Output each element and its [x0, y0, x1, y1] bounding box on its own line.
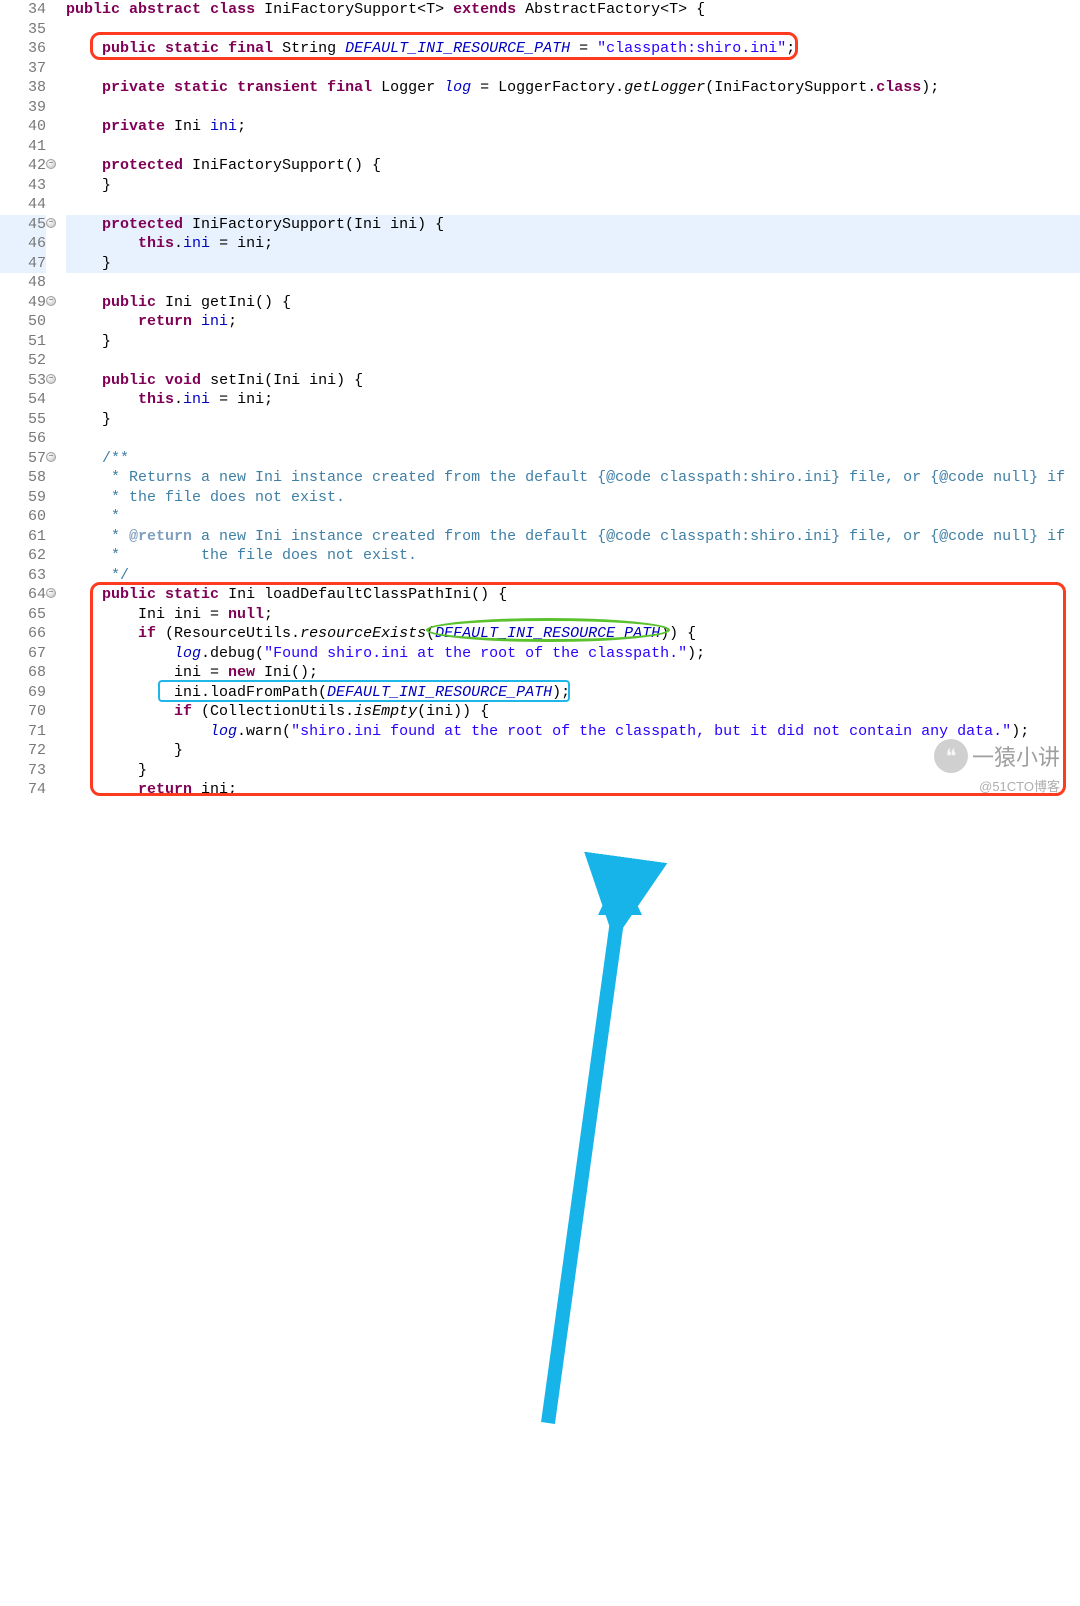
fold-toggle-icon[interactable]: −	[46, 588, 56, 598]
code-line[interactable]: protected IniFactorySupport(Ini ini) {	[66, 215, 1080, 235]
code-line[interactable]: * the file does not exist.	[66, 546, 1080, 566]
code-line[interactable]	[66, 195, 1080, 215]
code-line[interactable]: public void setIni(Ini ini) {	[66, 371, 1080, 391]
line-number: 56	[0, 429, 46, 449]
fold-toggle-icon[interactable]: −	[46, 296, 56, 306]
annotation-arrow	[0, 803, 1080, 1606]
line-number: 63	[0, 566, 46, 586]
line-number-gutter: 343536373839404142−434445−46474849−50515…	[0, 0, 52, 803]
code-line[interactable]: public abstract class IniFactorySupport<…	[66, 0, 1080, 20]
code-line[interactable]: }	[66, 761, 1080, 781]
line-number: 53−	[0, 371, 46, 391]
line-number: 39	[0, 98, 46, 118]
code-line[interactable]: *	[66, 507, 1080, 527]
code-area[interactable]: public abstract class IniFactorySupport<…	[52, 0, 1080, 803]
code-line[interactable]	[66, 98, 1080, 118]
code-line[interactable]: public static final String DEFAULT_INI_R…	[66, 39, 1080, 59]
code-line[interactable]: this.ini = ini;	[66, 390, 1080, 410]
line-number: 74	[0, 780, 46, 800]
line-number: 50	[0, 312, 46, 332]
line-number: 57−	[0, 449, 46, 469]
line-number: 60	[0, 507, 46, 527]
code-line[interactable]: if (ResourceUtils.resourceExists(DEFAULT…	[66, 624, 1080, 644]
code-line[interactable]: }	[66, 176, 1080, 196]
line-number: 67	[0, 644, 46, 664]
code-line[interactable]: protected IniFactorySupport() {	[66, 156, 1080, 176]
code-line[interactable]: * @return a new Ini instance created fro…	[66, 527, 1080, 547]
line-number: 59	[0, 488, 46, 508]
line-number: 62	[0, 546, 46, 566]
code-line[interactable]	[66, 273, 1080, 293]
line-number: 36	[0, 39, 46, 59]
fold-toggle-icon[interactable]: −	[46, 218, 56, 228]
code-line[interactable]: * Returns a new Ini instance created fro…	[66, 468, 1080, 488]
code-line[interactable]: return ini;	[66, 312, 1080, 332]
code-line[interactable]: }	[66, 741, 1080, 761]
code-line[interactable]: log.debug("Found shiro.ini at the root o…	[66, 644, 1080, 664]
line-number: 35	[0, 20, 46, 40]
watermark-logo: ❝ 一猿小讲	[934, 739, 1060, 773]
code-line[interactable]	[66, 351, 1080, 371]
line-number: 40	[0, 117, 46, 137]
code-line[interactable]: private static transient final Logger lo…	[66, 78, 1080, 98]
code-line[interactable]: }	[66, 254, 1080, 274]
code-line[interactable]: ini = new Ini();	[66, 663, 1080, 683]
line-number: 46	[0, 234, 46, 254]
code-line[interactable]: private Ini ini;	[66, 117, 1080, 137]
code-line[interactable]: public static Ini loadDefaultClassPathIn…	[66, 585, 1080, 605]
code-line[interactable]	[66, 59, 1080, 79]
code-line[interactable]: Ini ini = null;	[66, 605, 1080, 625]
code-line[interactable]: public Ini getIni() {	[66, 293, 1080, 313]
line-number: 73	[0, 761, 46, 781]
fold-toggle-icon[interactable]: −	[46, 159, 56, 169]
code-line[interactable]: */	[66, 566, 1080, 586]
code-line[interactable]	[66, 137, 1080, 157]
fold-toggle-icon[interactable]: −	[46, 452, 56, 462]
line-number: 37	[0, 59, 46, 79]
fold-toggle-icon[interactable]: −	[46, 374, 56, 384]
code-editor[interactable]: 343536373839404142−434445−46474849−50515…	[0, 0, 1080, 803]
line-number: 47	[0, 254, 46, 274]
code-line[interactable]: if (CollectionUtils.isEmpty(ini)) {	[66, 702, 1080, 722]
line-number: 52	[0, 351, 46, 371]
line-number: 70	[0, 702, 46, 722]
line-number: 64−	[0, 585, 46, 605]
line-number: 68	[0, 663, 46, 683]
code-line[interactable]: /**	[66, 449, 1080, 469]
line-number: 51	[0, 332, 46, 352]
line-number: 66	[0, 624, 46, 644]
line-number: 72	[0, 741, 46, 761]
code-line[interactable]: this.ini = ini;	[66, 234, 1080, 254]
line-number: 54	[0, 390, 46, 410]
code-line[interactable]: ini.loadFromPath(DEFAULT_INI_RESOURCE_PA…	[66, 683, 1080, 703]
line-number: 48	[0, 273, 46, 293]
line-number: 44	[0, 195, 46, 215]
code-line[interactable]: return ini;	[66, 780, 1080, 800]
line-number: 69	[0, 683, 46, 703]
code-line[interactable]: }	[66, 410, 1080, 430]
line-number: 34	[0, 0, 46, 20]
code-line[interactable]: * the file does not exist.	[66, 488, 1080, 508]
line-number: 41	[0, 137, 46, 157]
line-number: 71	[0, 722, 46, 742]
line-number: 55	[0, 410, 46, 430]
line-number: 49−	[0, 293, 46, 313]
watermark-text: 一猿小讲	[972, 740, 1060, 772]
line-number: 61	[0, 527, 46, 547]
line-number: 43	[0, 176, 46, 196]
code-line[interactable]: log.warn("shiro.ini found at the root of…	[66, 722, 1080, 742]
watermark-subtext: @51CTO博客	[979, 776, 1060, 795]
line-number: 65	[0, 605, 46, 625]
line-number: 42−	[0, 156, 46, 176]
line-number: 45−	[0, 215, 46, 235]
line-number: 38	[0, 78, 46, 98]
line-number: 58	[0, 468, 46, 488]
code-line[interactable]	[66, 429, 1080, 449]
code-line[interactable]	[66, 20, 1080, 40]
chat-bubble-icon: ❝	[934, 739, 968, 773]
code-line[interactable]: }	[66, 332, 1080, 352]
